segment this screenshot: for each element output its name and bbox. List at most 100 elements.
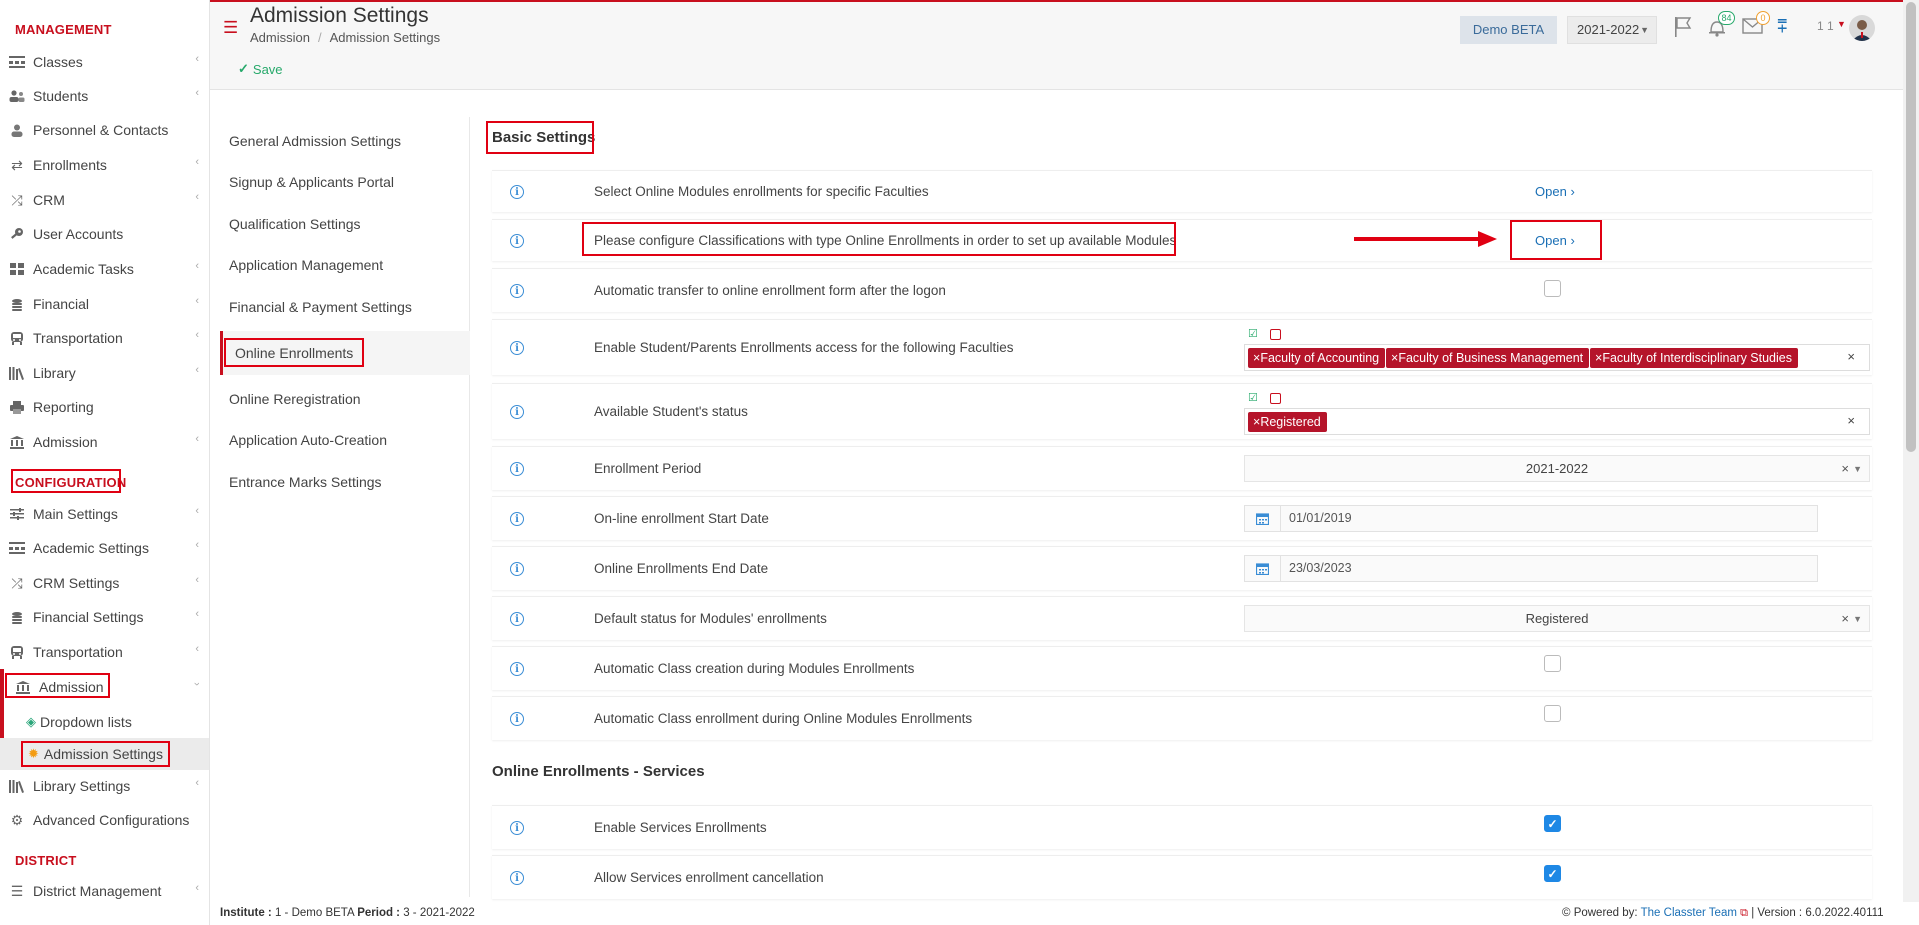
settings-subnav: General Admission Settings Signup & Appl… xyxy=(220,117,470,897)
setting-label: Enrollment Period xyxy=(594,461,702,476)
sidebar-subitem-dropdown-lists[interactable]: ◈ Dropdown lists xyxy=(0,706,209,738)
info-icon[interactable]: i xyxy=(510,462,524,476)
sidebar-item-financial[interactable]: Financial ‹ xyxy=(0,287,209,321)
sidebar-item-admission-settings-group[interactable]: Admission ‹ xyxy=(0,670,209,704)
faculties-multiselect[interactable]: ×Faculty of Accounting ×Faculty of Busin… xyxy=(1244,344,1870,371)
tag-faculty-accounting[interactable]: ×Faculty of Accounting xyxy=(1248,348,1386,368)
class-creation-checkbox[interactable] xyxy=(1544,655,1561,672)
institute-button[interactable]: Demo BETA xyxy=(1460,16,1557,44)
scrollbar-thumb[interactable] xyxy=(1906,2,1916,452)
save-button[interactable]: ✓ Save xyxy=(238,61,283,77)
select-all-icon[interactable]: ☑ xyxy=(1248,391,1258,404)
open-link[interactable]: Open › xyxy=(1535,184,1575,199)
sidebar-item-students[interactable]: Students ‹ xyxy=(0,79,209,113)
deselect-all-icon[interactable] xyxy=(1270,329,1281,340)
sidebar-item-library[interactable]: Library ‹ xyxy=(0,356,209,390)
info-icon[interactable]: i xyxy=(510,405,524,419)
subnav-item-online-enrollments[interactable]: Online Enrollments xyxy=(220,331,470,375)
select-all-icon[interactable]: ☑ xyxy=(1248,327,1258,340)
class-enrollment-checkbox[interactable] xyxy=(1544,705,1561,722)
chevron-right-icon: › xyxy=(1570,233,1575,248)
bus-icon xyxy=(8,645,26,659)
open-link-label: Open xyxy=(1535,184,1567,199)
info-icon[interactable]: i xyxy=(510,821,524,835)
sidebar-item-academic-tasks[interactable]: Academic Tasks ‹ xyxy=(0,252,209,286)
sidebar-item-user-accounts[interactable]: User Accounts xyxy=(0,217,209,251)
subnav-item-signup-applicants-portal[interactable]: Signup & Applicants Portal xyxy=(220,162,470,202)
info-icon[interactable]: i xyxy=(510,562,524,576)
open-link[interactable]: Open › xyxy=(1535,233,1575,248)
sidebar-item-label: Students xyxy=(33,88,89,104)
library-icon xyxy=(8,779,26,793)
footer-team-link[interactable]: The Classter Team xyxy=(1641,907,1737,919)
subnav-item-qualification-settings[interactable]: Qualification Settings xyxy=(220,204,470,244)
sidebar-item-admission[interactable]: Admission ‹ xyxy=(0,425,209,459)
status-multiselect[interactable]: ×Registered × xyxy=(1244,408,1870,435)
library-icon xyxy=(8,366,26,380)
tag-faculty-business-management[interactable]: ×Faculty of Business Management xyxy=(1386,348,1590,368)
info-icon[interactable]: i xyxy=(510,871,524,885)
subnav-item-entrance-marks-settings[interactable]: Entrance Marks Settings xyxy=(220,462,470,502)
automatic-transfer-checkbox[interactable] xyxy=(1544,280,1561,297)
sidebar-item-transportation[interactable]: Transportation ‹ xyxy=(0,321,209,355)
subnav-item-general-admission-settings[interactable]: General Admission Settings xyxy=(220,121,470,161)
info-icon[interactable]: i xyxy=(510,341,524,355)
scrollbar[interactable] xyxy=(1903,0,1919,902)
sidebar-item-crm[interactable]: ⤮ CRM ‹ xyxy=(0,183,209,217)
clear-icon[interactable]: × xyxy=(1841,456,1849,482)
period-select[interactable]: 2021-2022 ▼ xyxy=(1567,16,1657,44)
sidebar-item-label: Financial xyxy=(33,296,90,312)
sidebar-item-academic-settings[interactable]: Academic Settings ‹ xyxy=(0,531,209,565)
enrollments-icon: ⇄ xyxy=(11,156,23,173)
enable-services-checkbox[interactable]: ✓ xyxy=(1544,815,1561,832)
subnav-item-application-auto-creation[interactable]: Application Auto-Creation xyxy=(220,420,470,460)
deselect-all-icon[interactable] xyxy=(1270,393,1281,404)
breadcrumb-link-admission[interactable]: Admission xyxy=(250,30,310,45)
info-icon[interactable]: i xyxy=(510,712,524,726)
sidebar-item-main-settings[interactable]: Main Settings ‹ xyxy=(0,497,209,531)
info-icon[interactable]: i xyxy=(510,185,524,199)
subnav-item-online-reregistration[interactable]: Online Reregistration xyxy=(220,379,470,419)
sidebar-item-district-management[interactable]: ☰ District Management ‹ xyxy=(0,874,209,908)
subnav-item-application-management[interactable]: Application Management xyxy=(220,245,470,285)
sidebar-item-reporting[interactable]: Reporting xyxy=(0,390,209,424)
info-icon[interactable]: i xyxy=(510,512,524,526)
tag-label: Faculty of Business Management xyxy=(1398,351,1584,365)
avatar[interactable] xyxy=(1849,15,1875,41)
sidebar-item-financial-settings[interactable]: Financial Settings ‹ xyxy=(0,600,209,634)
clear-icon[interactable]: × xyxy=(1847,413,1855,428)
tag-status-registered[interactable]: ×Registered xyxy=(1248,412,1327,432)
sidebar-item-personnel[interactable]: Personnel & Contacts xyxy=(0,113,209,147)
sidebar-subitem-admission-settings[interactable]: ✹ Admission Settings xyxy=(0,738,209,770)
enrollment-period-select[interactable]: 2021-2022 × ▼ xyxy=(1244,455,1870,482)
sidebar-item-classes[interactable]: Classes ‹ xyxy=(0,45,209,79)
info-icon[interactable]: i xyxy=(510,234,524,248)
sidebar-item-enrollments[interactable]: ⇄ Enrollments ‹ xyxy=(0,148,209,182)
sidebar-item-label: Library Settings xyxy=(33,778,131,794)
info-icon[interactable]: i xyxy=(510,612,524,626)
info-icon[interactable]: i xyxy=(510,662,524,676)
sidebar-item-transportation-settings[interactable]: Transportation ‹ xyxy=(0,635,209,669)
allow-cancellation-checkbox[interactable]: ✓ xyxy=(1544,865,1561,882)
default-status-select[interactable]: Registered × ▼ xyxy=(1244,605,1870,632)
setting-label: Automatic transfer to online enrollment … xyxy=(594,283,946,298)
calendar-icon[interactable] xyxy=(1245,506,1281,531)
end-date-field[interactable]: 23/03/2023 xyxy=(1244,555,1818,582)
caret-down-icon[interactable]: ▼ xyxy=(1837,19,1846,29)
setting-row-start-date: i On-line enrollment Start Date 01/01/20… xyxy=(492,496,1872,540)
sidebar-item-advanced-configurations[interactable]: ⚙ Advanced Configurations xyxy=(0,803,209,837)
flag-icon[interactable] xyxy=(1673,16,1693,41)
clear-icon[interactable]: × xyxy=(1847,349,1855,364)
info-icon[interactable]: i xyxy=(510,284,524,298)
tag-faculty-interdisciplinary-studies[interactable]: ×Faculty of Interdisciplinary Studies xyxy=(1590,348,1798,368)
sidebar-item-library-settings[interactable]: Library Settings ‹ xyxy=(0,769,209,803)
subnav-item-financial-payment-settings[interactable]: Financial & Payment Settings xyxy=(220,287,470,327)
clear-icon[interactable]: × xyxy=(1841,606,1849,632)
start-date-field[interactable]: 01/01/2019 xyxy=(1244,505,1818,532)
calendar-icon[interactable] xyxy=(1245,556,1281,581)
user-menu-label[interactable]: 1 1 xyxy=(1817,19,1834,33)
hamburger-menu-icon[interactable]: ☰ xyxy=(223,18,238,38)
layers-stack-icon[interactable]: ⩱ xyxy=(1777,16,1788,37)
section-title-district: DISTRICT xyxy=(15,853,77,868)
sidebar-item-crm-settings[interactable]: ⤮ CRM Settings ‹ xyxy=(0,566,209,600)
